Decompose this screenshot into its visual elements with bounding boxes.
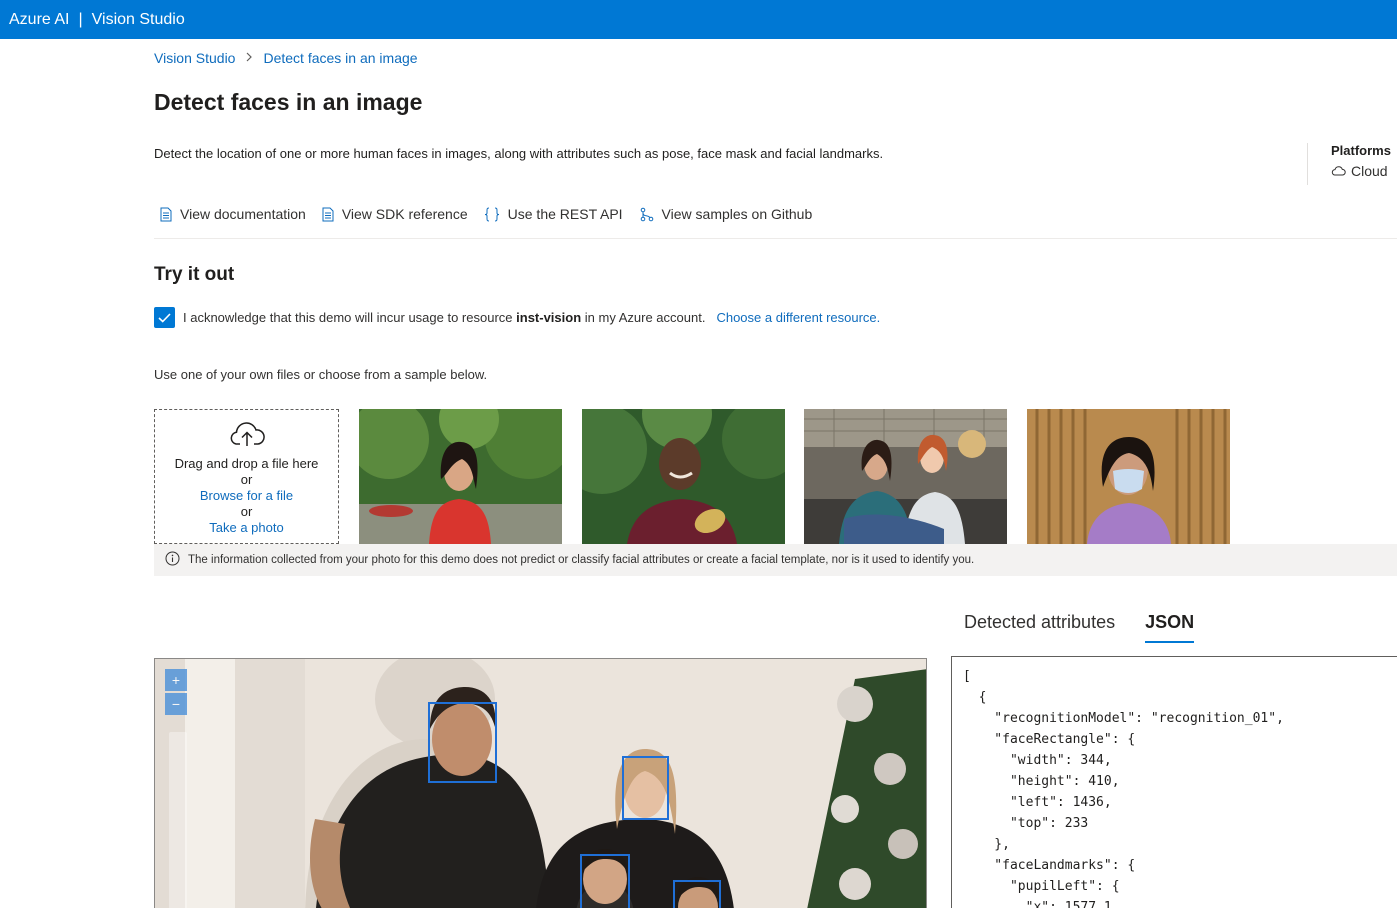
braces-icon xyxy=(484,207,500,222)
section-divider xyxy=(154,238,1397,239)
privacy-info-text: The information collected from your phot… xyxy=(188,554,975,566)
platforms-panel: Platforms Cloud xyxy=(1307,143,1391,185)
top-bar: Azure AI | Vision Studio xyxy=(0,0,1397,39)
sample-image-4[interactable] xyxy=(1027,409,1230,544)
view-sdk-reference-link[interactable]: View SDK reference xyxy=(322,206,468,222)
acknowledge-checkbox[interactable] xyxy=(154,307,175,328)
product-label[interactable]: Vision Studio xyxy=(92,11,185,29)
document-icon xyxy=(160,207,172,222)
acknowledge-row: I acknowledge that this demo will incur … xyxy=(154,307,880,328)
analyzed-photo xyxy=(155,659,926,908)
sample-image-2[interactable] xyxy=(582,409,785,544)
cloud-upload-icon xyxy=(155,420,338,452)
info-icon xyxy=(165,551,180,569)
checkmark-icon xyxy=(158,312,171,323)
file-dropzone[interactable]: Drag and drop a file here or Browse for … xyxy=(154,409,339,544)
view-documentation-link[interactable]: View documentation xyxy=(160,206,306,222)
chevron-right-icon xyxy=(245,52,253,65)
or-text: or xyxy=(240,504,253,519)
breadcrumb: Vision Studio Detect faces in an image xyxy=(154,50,418,66)
zoom-out-button[interactable]: − xyxy=(165,693,187,715)
cloud-icon xyxy=(1331,163,1346,179)
resource-name: inst-vision xyxy=(516,310,582,325)
privacy-info-bar: The information collected from your phot… xyxy=(154,544,1397,576)
brand-separator: | xyxy=(78,10,83,28)
use-rest-api-label: Use the REST API xyxy=(507,206,623,222)
tab-detected-attributes[interactable]: Detected attributes xyxy=(964,612,1115,643)
document-icon xyxy=(322,207,334,222)
breadcrumb-root-link[interactable]: Vision Studio xyxy=(154,50,235,66)
result-tabs: Detected attributes JSON xyxy=(964,612,1195,643)
platforms-value: Cloud xyxy=(1331,163,1391,179)
browse-file-link[interactable]: Browse for a file xyxy=(155,488,338,504)
view-samples-github-label: View samples on Github xyxy=(661,206,813,222)
zoom-in-button[interactable]: + xyxy=(165,669,187,691)
take-photo-link[interactable]: Take a photo xyxy=(155,520,338,536)
choose-resource-link[interactable]: Choose a different resource. xyxy=(716,310,880,325)
view-documentation-label: View documentation xyxy=(180,206,306,222)
branch-icon xyxy=(639,207,654,222)
sample-image-1[interactable] xyxy=(359,409,562,544)
breadcrumb-current-link[interactable]: Detect faces in an image xyxy=(263,50,417,66)
try-it-out-heading: Try it out xyxy=(154,264,235,285)
page-description: Detect the location of one or more human… xyxy=(154,146,884,161)
acknowledge-prefix: I acknowledge that this demo will incur … xyxy=(183,310,513,325)
zoom-slider[interactable] xyxy=(169,732,187,908)
view-samples-github-link[interactable]: View samples on Github xyxy=(639,206,813,222)
platforms-cloud-label: Cloud xyxy=(1351,163,1388,179)
use-files-text: Use one of your own files or choose from… xyxy=(154,367,488,382)
tab-json[interactable]: JSON xyxy=(1145,612,1195,643)
or-text: or xyxy=(240,472,253,487)
sample-image-3[interactable] xyxy=(804,409,1007,544)
json-output[interactable]: [ { "recognitionModel": "recognition_01"… xyxy=(951,656,1397,908)
platforms-label: Platforms xyxy=(1331,143,1391,158)
page-title: Detect faces in an image xyxy=(154,89,423,115)
acknowledge-suffix: in my Azure account. xyxy=(584,310,706,325)
drag-drop-text: Drag and drop a file here xyxy=(174,456,319,471)
image-viewer[interactable]: + − xyxy=(154,658,927,908)
view-sdk-reference-label: View SDK reference xyxy=(341,206,468,222)
use-rest-api-link[interactable]: Use the REST API xyxy=(484,206,623,222)
brand-label[interactable]: Azure AI xyxy=(9,11,69,29)
resource-links: View documentation View SDK reference Us… xyxy=(160,206,812,222)
